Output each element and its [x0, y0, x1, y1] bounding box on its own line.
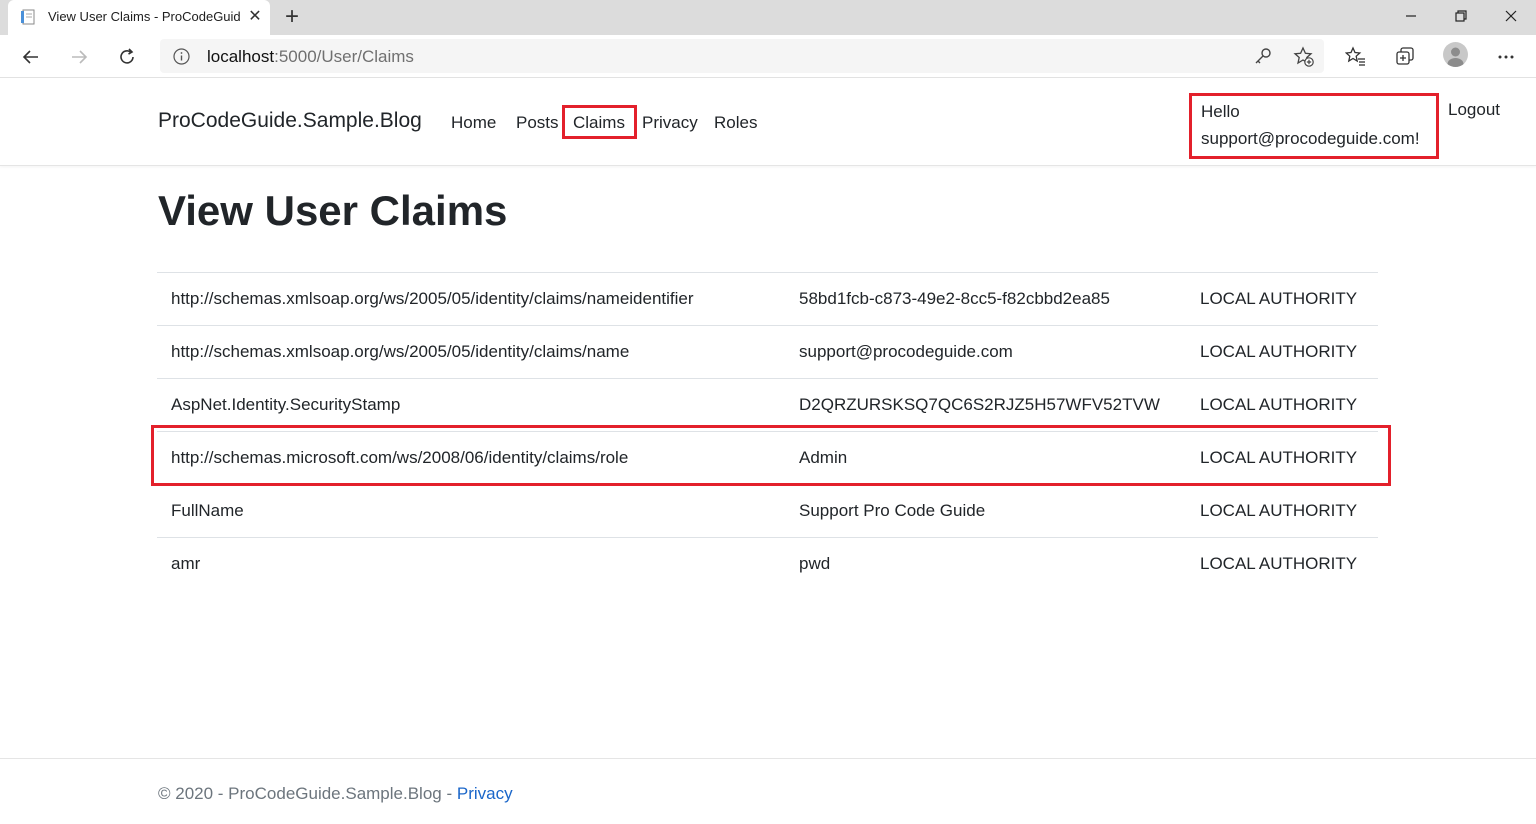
profile-avatar-icon[interactable]	[1443, 42, 1468, 67]
claim-value: pwd	[799, 554, 831, 573]
nav-privacy[interactable]: Privacy	[642, 113, 698, 133]
site-footer: © 2020 - ProCodeGuide.Sample.Blog - Priv…	[0, 758, 1536, 824]
minimize-icon[interactable]	[1386, 0, 1436, 32]
footer-copyright: © 2020 - ProCodeGuide.Sample.Blog -	[158, 784, 457, 803]
claim-value: Support Pro Code Guide	[799, 501, 986, 520]
site-navbar: ProCodeGuide.Sample.Blog Home Posts Clai…	[0, 78, 1536, 166]
table-row: http://schemas.xmlsoap.org/ws/2005/05/id…	[157, 272, 1378, 325]
url-text: localhost:5000/User/Claims	[207, 47, 414, 67]
table-row: amr pwd LOCAL AUTHORITY	[157, 537, 1378, 590]
table-row: http://schemas.xmlsoap.org/ws/2005/05/id…	[157, 325, 1378, 378]
page-icon	[21, 9, 37, 25]
claim-value: support@procodeguide.com	[799, 342, 1013, 361]
new-tab-icon[interactable]: +	[280, 4, 304, 30]
claim-issuer: LOCAL AUTHORITY	[1200, 501, 1358, 520]
forward-arrow-icon[interactable]	[63, 41, 95, 73]
url-host: localhost	[207, 47, 275, 66]
close-window-icon[interactable]	[1486, 0, 1536, 32]
footer-text: © 2020 - ProCodeGuide.Sample.Blog - Priv…	[158, 784, 513, 804]
logout-button[interactable]: Logout	[1448, 100, 1500, 120]
claim-type: AspNet.Identity.SecurityStamp	[171, 395, 401, 414]
add-favorite-icon[interactable]	[1293, 46, 1314, 67]
refresh-icon[interactable]	[111, 41, 143, 73]
nav-roles[interactable]: Roles	[714, 113, 757, 133]
claim-issuer: LOCAL AUTHORITY	[1200, 395, 1358, 414]
browser-tab[interactable]: View User Claims - ProCodeGuide ✕	[8, 0, 270, 35]
favorites-icon[interactable]	[1340, 41, 1372, 73]
browser-tabstrip: View User Claims - ProCodeGuide ✕ +	[0, 0, 1536, 35]
key-icon[interactable]	[1253, 46, 1273, 66]
close-tab-icon[interactable]: ✕	[246, 8, 264, 26]
claim-type: http://schemas.xmlsoap.org/ws/2005/05/id…	[171, 289, 694, 308]
collections-icon[interactable]	[1389, 41, 1421, 73]
nav-posts[interactable]: Posts	[516, 113, 559, 133]
claim-issuer: LOCAL AUTHORITY	[1200, 289, 1358, 308]
claims-highlight-box	[562, 105, 637, 139]
browser-toolbar: localhost:5000/User/Claims	[0, 35, 1536, 78]
claim-value: D2QRZURSKSQ7QC6S2RJZ5H57WFV52TVW	[799, 395, 1160, 414]
claim-issuer: LOCAL AUTHORITY	[1200, 554, 1358, 573]
site-brand[interactable]: ProCodeGuide.Sample.Blog	[158, 109, 422, 133]
page-title: View User Claims	[158, 187, 508, 234]
back-arrow-icon[interactable]	[15, 41, 47, 73]
role-claim-highlight-box	[151, 425, 1391, 486]
table-row: AspNet.Identity.SecurityStamp D2QRZURSKS…	[157, 378, 1378, 431]
address-bar[interactable]: localhost:5000/User/Claims	[160, 39, 1324, 73]
tab-title: View User Claims - ProCodeGuide	[48, 9, 240, 24]
claim-type: FullName	[171, 501, 244, 520]
nav-home[interactable]: Home	[451, 113, 496, 133]
site-info-icon[interactable]	[173, 48, 190, 65]
restore-icon[interactable]	[1436, 0, 1486, 32]
table-row: FullName Support Pro Code Guide LOCAL AU…	[157, 484, 1378, 537]
greeting-highlight-box	[1189, 93, 1439, 159]
footer-privacy-link[interactable]: Privacy	[457, 784, 513, 803]
claim-issuer: LOCAL AUTHORITY	[1200, 342, 1358, 361]
claim-type: amr	[171, 554, 201, 573]
url-path: :5000/User/Claims	[274, 47, 414, 66]
claim-type: http://schemas.xmlsoap.org/ws/2005/05/id…	[171, 342, 630, 361]
claim-value: 58bd1fcb-c873-49e2-8cc5-f82cbbd2ea85	[799, 289, 1110, 308]
more-options-icon[interactable]	[1490, 41, 1522, 73]
